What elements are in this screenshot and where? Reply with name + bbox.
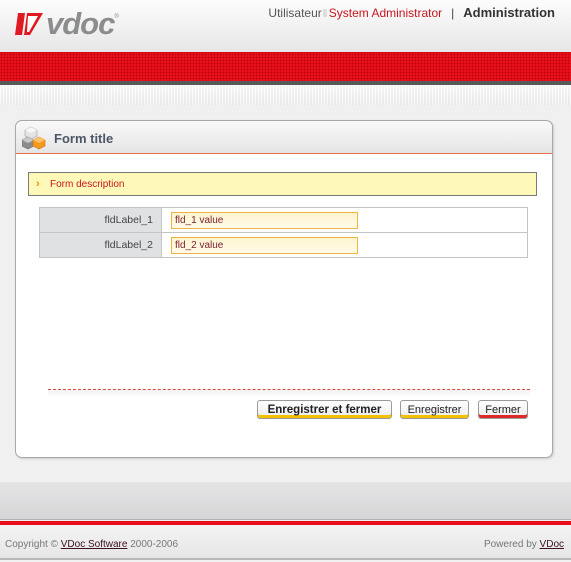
powered-by: Powered by VDoc [484, 539, 564, 550]
form-panel-header: Form title [16, 121, 552, 154]
field-row: fldLabel_1 [39, 207, 528, 233]
copyright-years: 2000-2006 [127, 539, 179, 550]
logo-text: vdoc [46, 6, 115, 41]
copyright: Copyright © VDoc Software 2000-2006 [5, 539, 178, 550]
bottom-band [0, 482, 571, 520]
field-cell [161, 207, 528, 233]
form-description: › Form description [28, 172, 537, 196]
form-title: Form title [54, 131, 114, 146]
field-row: fldLabel_2 [39, 232, 528, 258]
header-divider: | [451, 5, 455, 20]
actions-divider [48, 389, 530, 397]
close-button[interactable]: Fermer [478, 400, 528, 419]
save-and-close-button[interactable]: Enregistrer et fermer [257, 400, 392, 419]
copyright-prefix: Copyright © [5, 539, 61, 550]
vdoc-software-link[interactable]: VDoc Software [61, 539, 128, 550]
administration-link[interactable]: Administration [463, 5, 555, 20]
sub-header-band [0, 85, 571, 105]
fld-1-input[interactable] [171, 211, 358, 229]
vdoc-link[interactable]: VDoc [540, 539, 564, 550]
fields-table: fldLabel_1 fldLabel_2 [39, 207, 528, 258]
field-label: fldLabel_1 [39, 207, 162, 233]
footer: Copyright © VDoc Software 2000-2006 Powe… [0, 525, 571, 560]
vdoc-logo-icon [15, 13, 43, 35]
vdoc-logo[interactable]: vdoc ® [14, 8, 119, 40]
form-panel: Form title › Form description fldLabel_1… [15, 120, 553, 458]
user-name-link[interactable]: System Administrator [329, 6, 442, 20]
field-label: fldLabel_2 [39, 232, 162, 258]
user-bar: Utilisateur System Administrator | Admin… [268, 5, 555, 20]
cubes-icon [22, 126, 46, 150]
chevron-right-icon: › [36, 178, 40, 190]
form-description-text: Form description [50, 178, 125, 190]
save-button[interactable]: Enregistrer [400, 400, 469, 419]
powered-prefix: Powered by [483, 539, 540, 550]
brand-band [0, 52, 571, 81]
field-cell [161, 232, 528, 258]
fld-2-input[interactable] [171, 236, 358, 254]
logo-registered-mark: ® [114, 14, 119, 20]
app-header: vdoc ® Utilisateur System Administrator … [0, 0, 571, 52]
dotted-separator-icon [322, 8, 327, 17]
user-label: Utilisateur [268, 5, 322, 20]
